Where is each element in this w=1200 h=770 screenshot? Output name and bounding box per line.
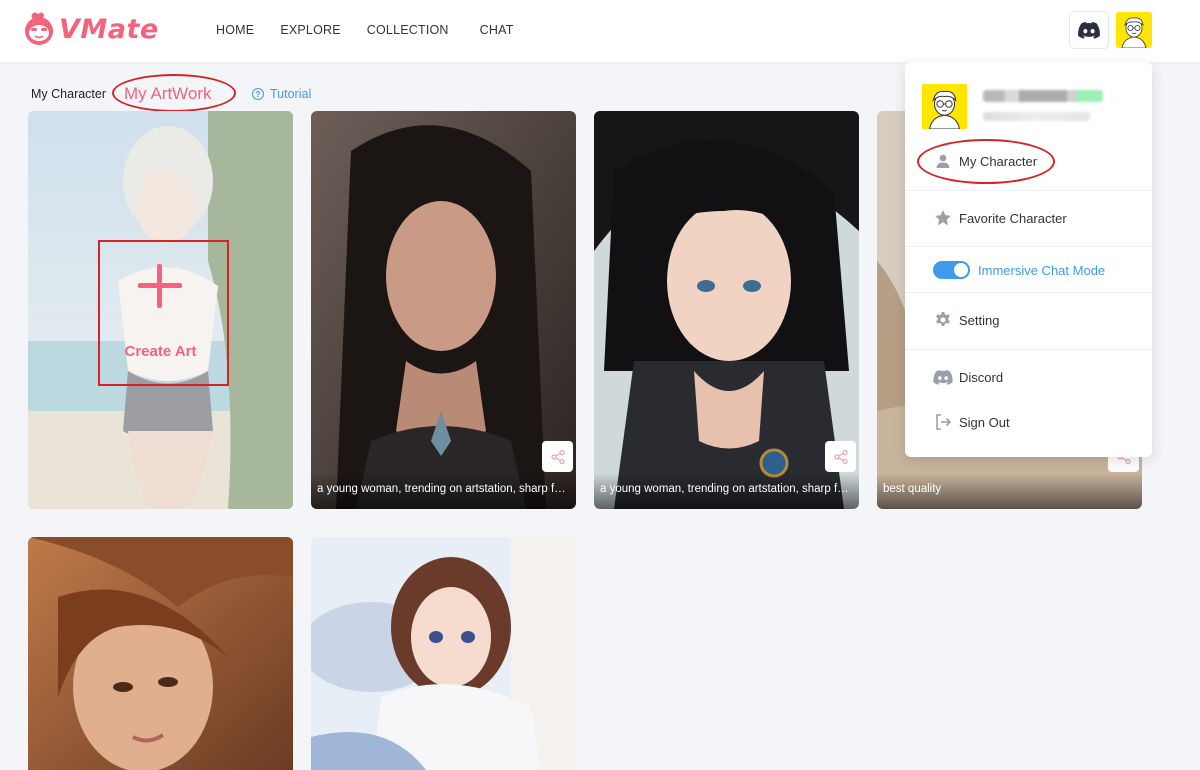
divider — [905, 246, 1152, 247]
divider — [905, 292, 1152, 293]
artwork-image — [311, 537, 576, 770]
tutorial-link[interactable]: ? Tutorial — [252, 87, 311, 101]
sign-out-icon — [933, 412, 953, 432]
menu-item-sign-out[interactable]: Sign Out — [933, 412, 1010, 432]
user-dropdown-menu: My Character Favorite Character Immersiv… — [905, 62, 1152, 457]
logo-mascot-icon — [22, 12, 56, 46]
nav-collection[interactable]: COLLECTION — [367, 23, 449, 37]
artwork-image — [28, 537, 293, 770]
logo-text: VMate — [59, 13, 159, 45]
main-nav: HOME EXPLORE COLLECTION CHAT — [216, 23, 514, 37]
create-art-card[interactable]: Create Art — [28, 111, 293, 509]
share-button[interactable] — [825, 441, 856, 472]
avatar-image — [1116, 12, 1152, 48]
share-icon — [550, 449, 565, 464]
artwork-tabs: My Character My ArtWork ? Tutorial — [31, 74, 351, 112]
annotation-highlight-ring — [917, 139, 1055, 184]
discord-icon — [1078, 21, 1100, 39]
menu-label: Discord — [959, 369, 1004, 385]
menu-label: Setting — [959, 312, 1000, 328]
redacted-user-id — [983, 112, 1090, 121]
discord-icon — [933, 367, 953, 387]
artwork-card[interactable]: a young woman, trending on artstation, s… — [311, 111, 576, 509]
menu-item-setting[interactable]: Setting — [933, 310, 999, 330]
create-art-label: Create Art — [124, 343, 197, 360]
menu-item-favorite-character[interactable]: Favorite Character — [933, 208, 1067, 228]
artwork-card[interactable] — [28, 537, 293, 770]
artwork-caption: a young woman, trending on artstation, s… — [594, 473, 859, 509]
artwork-caption: best quality — [877, 473, 1142, 509]
plus-icon — [138, 264, 182, 308]
artwork-card[interactable]: a young woman, trending on artstation, s… — [594, 111, 859, 509]
menu-item-discord[interactable]: Discord — [933, 367, 1003, 387]
menu-item-immersive-chat[interactable]: Immersive Chat Mode — [933, 260, 1105, 280]
immersive-chat-toggle[interactable] — [933, 261, 970, 279]
divider — [905, 349, 1152, 350]
artwork-image — [594, 111, 859, 509]
tutorial-label: Tutorial — [270, 87, 312, 101]
redacted-username — [983, 90, 1103, 102]
discord-button[interactable] — [1069, 11, 1109, 49]
dropdown-avatar — [922, 84, 967, 129]
logo[interactable]: VMate — [22, 12, 159, 46]
divider — [905, 190, 1152, 191]
avatar-image — [922, 84, 967, 129]
share-icon — [833, 449, 848, 464]
artwork-caption: a young woman, trending on artstation, s… — [311, 473, 576, 509]
help-circle-icon: ? — [252, 88, 264, 100]
top-header: VMate HOME EXPLORE COLLECTION CHAT — [0, 0, 1200, 62]
nav-chat[interactable]: CHAT — [480, 23, 514, 37]
artwork-image — [311, 111, 576, 509]
share-button[interactable] — [542, 441, 573, 472]
tab-my-character[interactable]: My Character — [31, 87, 106, 101]
menu-label: Sign Out — [959, 414, 1010, 430]
user-avatar-button[interactable] — [1116, 12, 1152, 48]
menu-label: Favorite Character — [959, 210, 1067, 226]
gear-icon — [933, 310, 953, 330]
menu-label: Immersive Chat Mode — [978, 262, 1106, 278]
artwork-card[interactable] — [311, 537, 576, 770]
annotation-highlight-box — [98, 240, 229, 386]
star-icon — [933, 208, 953, 228]
nav-explore[interactable]: EXPLORE — [280, 23, 340, 37]
annotation-highlight-ring — [112, 74, 236, 112]
nav-home[interactable]: HOME — [216, 23, 254, 37]
